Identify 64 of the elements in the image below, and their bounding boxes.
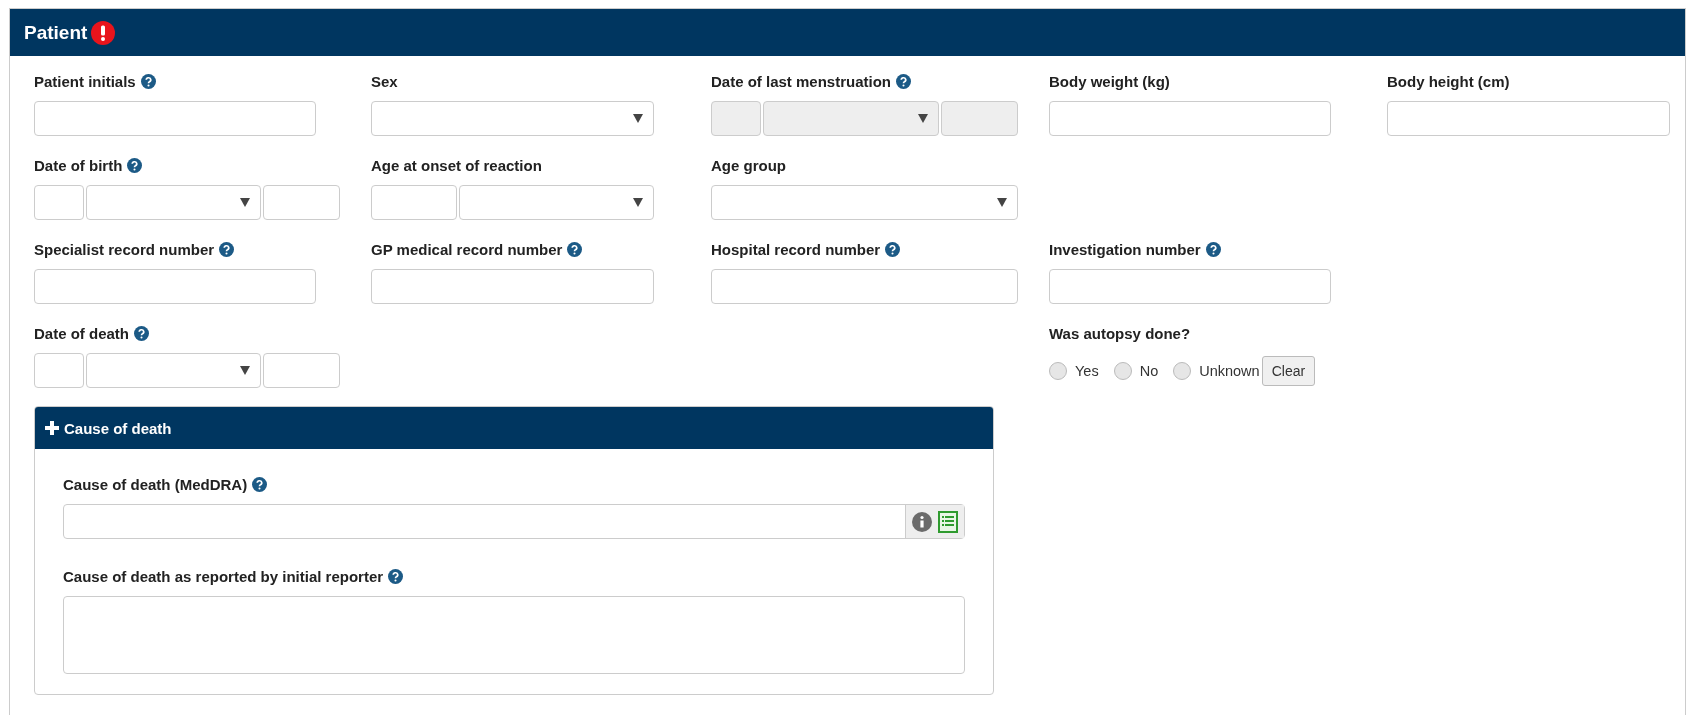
plus-icon [45, 421, 59, 435]
field-label: Date of birth [34, 156, 123, 174]
field-label: GP medical record number [371, 240, 563, 258]
input-field[interactable] [711, 269, 1018, 304]
field-label: Body height (cm) [1387, 72, 1510, 90]
input-field[interactable] [34, 101, 316, 136]
day-field[interactable] [34, 353, 84, 388]
info-icon[interactable] [912, 511, 932, 532]
day-field[interactable] [34, 185, 84, 220]
field-label: Specialist record number [34, 240, 215, 258]
radio-button[interactable] [1113, 361, 1132, 380]
field-label: Cause of death as reported by initial reporter [63, 567, 384, 585]
help-icon[interactable] [1205, 241, 1221, 257]
caret-icon [240, 198, 250, 207]
text-area[interactable] [63, 596, 965, 674]
field-label: Body weight (kg) [1049, 72, 1170, 90]
input-field[interactable] [34, 269, 316, 304]
field-label: Patient initials [34, 72, 136, 90]
radio-label: No [1139, 362, 1159, 379]
field-label: Was autopsy done? [1049, 324, 1191, 342]
radio-button[interactable] [1049, 361, 1067, 380]
input-field[interactable] [1387, 101, 1670, 136]
caret-icon [997, 198, 1007, 207]
input-field[interactable] [1049, 101, 1331, 136]
input-field[interactable] [1049, 269, 1331, 304]
field-label: Date of last menstruation [711, 72, 892, 90]
clear-button[interactable]: Clear [1261, 355, 1316, 386]
section-header[interactable]: Cause of death [35, 407, 993, 449]
lookup-field[interactable] [63, 504, 965, 539]
help-icon[interactable] [567, 241, 583, 257]
help-icon[interactable] [252, 476, 268, 492]
caret-icon [240, 366, 250, 375]
month-select[interactable] [86, 185, 261, 220]
list-icon[interactable] [938, 510, 958, 533]
help-icon[interactable] [140, 73, 156, 89]
radio-label: Unknown [1199, 362, 1260, 379]
section-title: Cause of death [64, 419, 172, 437]
month-select[interactable] [86, 353, 261, 388]
year-field[interactable] [263, 353, 340, 388]
unit-select[interactable] [459, 185, 654, 220]
field-label: Date of death [34, 324, 129, 342]
help-icon[interactable] [219, 241, 235, 257]
age-field[interactable] [371, 185, 457, 220]
input-field[interactable] [371, 269, 654, 304]
field-label: Age group [711, 156, 786, 174]
panel-title: Patient [24, 21, 88, 44]
help-icon[interactable] [388, 568, 404, 584]
select-field[interactable] [711, 185, 1018, 220]
field-label: Cause of death (MedDRA) [63, 475, 248, 493]
field-label: Sex [371, 72, 398, 90]
field-label: Hospital record number [711, 240, 881, 258]
year-field[interactable] [263, 185, 340, 220]
radio-button[interactable] [1173, 361, 1192, 380]
field-label: Age at onset of reaction [371, 156, 542, 174]
error-icon [91, 20, 116, 45]
help-icon[interactable] [885, 241, 901, 257]
radio-label: Yes [1075, 362, 1099, 379]
caret-icon [633, 114, 643, 123]
select-field[interactable] [371, 101, 654, 136]
caret-icon [918, 114, 928, 123]
help-icon[interactable] [127, 157, 143, 173]
caret-icon [633, 198, 643, 207]
help-icon[interactable] [134, 325, 149, 341]
field-label: Investigation number [1049, 240, 1201, 258]
